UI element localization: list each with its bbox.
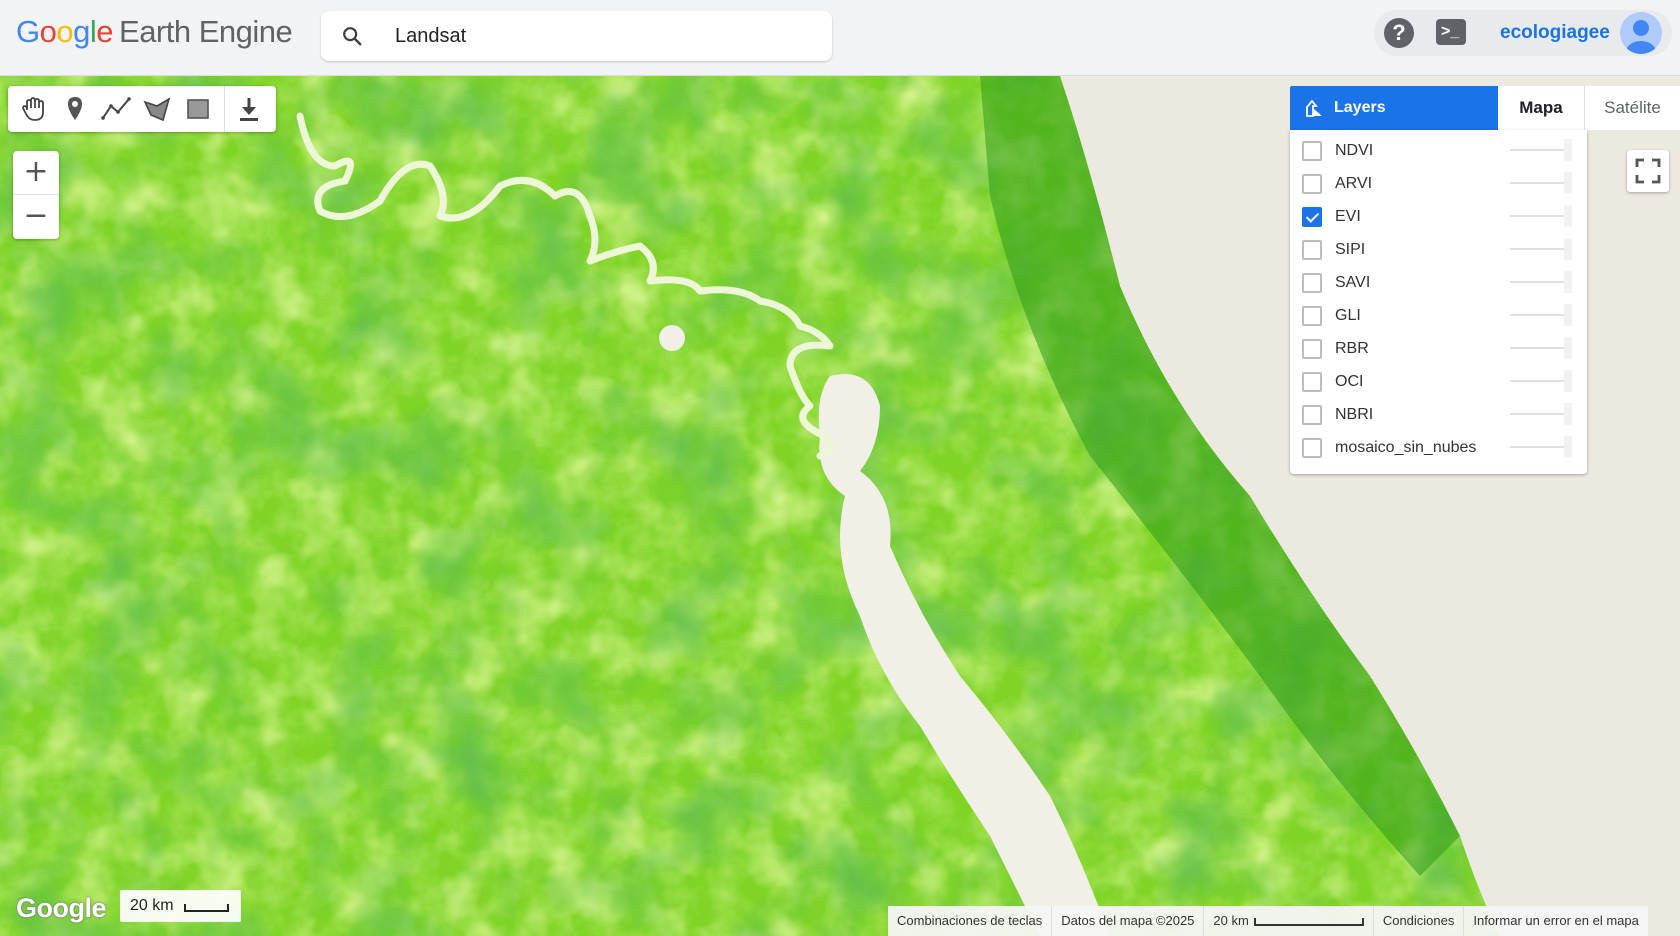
layer-item[interactable]: SAVI bbox=[1290, 266, 1587, 299]
download-icon[interactable] bbox=[233, 93, 265, 125]
layer-checkbox[interactable] bbox=[1302, 174, 1322, 194]
layer-name: NDVI bbox=[1335, 142, 1374, 159]
layer-settings[interactable] bbox=[1564, 403, 1572, 425]
opacity-slider[interactable] bbox=[1510, 182, 1566, 184]
drawing-toolbar bbox=[8, 86, 276, 132]
opacity-slider[interactable] bbox=[1510, 248, 1566, 250]
layer-item[interactable]: EVI bbox=[1290, 200, 1587, 233]
polygon-icon[interactable] bbox=[141, 93, 173, 125]
zoom-in-button[interactable]: + bbox=[13, 151, 59, 195]
avatar-icon[interactable] bbox=[1620, 12, 1662, 54]
scale-bar bbox=[1253, 917, 1364, 926]
opacity-slider[interactable] bbox=[1510, 149, 1566, 151]
layer-item[interactable]: OCI bbox=[1290, 365, 1587, 398]
hand-icon[interactable] bbox=[18, 93, 50, 125]
layer-settings[interactable] bbox=[1564, 271, 1572, 293]
attribution-bar: Combinaciones de teclas Datos del mapa ©2… bbox=[888, 906, 1648, 936]
opacity-slider[interactable] bbox=[1510, 446, 1566, 448]
username[interactable]: ecologiagee bbox=[1500, 22, 1610, 44]
scale-indicator-bottom[interactable]: 20 km bbox=[1203, 906, 1372, 936]
layer-name: SIPI bbox=[1335, 241, 1366, 258]
fullscreen-button[interactable] bbox=[1627, 150, 1669, 192]
google-watermark: Google bbox=[16, 893, 107, 923]
layer-settings[interactable] bbox=[1564, 304, 1572, 326]
fullscreen-icon bbox=[1635, 158, 1661, 184]
layer-name: RBR bbox=[1335, 340, 1369, 357]
toolbar-divider bbox=[224, 86, 225, 132]
map-type-tabs: Layers Mapa Satélite bbox=[1290, 86, 1680, 130]
layer-name: ARVI bbox=[1335, 175, 1373, 192]
zoom-out-button[interactable]: − bbox=[13, 195, 59, 239]
search-box[interactable] bbox=[321, 11, 832, 61]
layer-checkbox[interactable] bbox=[1302, 240, 1322, 260]
opacity-slider[interactable] bbox=[1510, 347, 1566, 349]
keyboard-shortcuts-link[interactable]: Combinaciones de teclas bbox=[888, 906, 1051, 936]
layer-settings[interactable] bbox=[1564, 337, 1572, 359]
layers-icon bbox=[1306, 99, 1322, 117]
layer-name: OCI bbox=[1335, 373, 1364, 390]
tab-satellite[interactable]: Satélite bbox=[1584, 86, 1680, 130]
layer-checkbox-checked[interactable] bbox=[1302, 207, 1322, 227]
layer-settings[interactable] bbox=[1564, 139, 1572, 161]
opacity-slider[interactable] bbox=[1510, 281, 1566, 283]
layer-item[interactable]: GLI bbox=[1290, 299, 1587, 332]
search-icon[interactable] bbox=[341, 25, 363, 47]
rectangle-icon[interactable] bbox=[182, 93, 214, 125]
layer-checkbox[interactable] bbox=[1302, 339, 1322, 359]
line-icon[interactable] bbox=[100, 93, 132, 125]
layer-item[interactable]: SIPI bbox=[1290, 233, 1587, 266]
opacity-slider[interactable] bbox=[1510, 413, 1566, 415]
layer-settings[interactable] bbox=[1564, 172, 1572, 194]
top-bar: GoogleEarth Engine ? >_ ecologiagee bbox=[0, 0, 1680, 76]
layer-name: mosaico_sin_nubes bbox=[1335, 439, 1477, 456]
layer-checkbox[interactable] bbox=[1302, 372, 1322, 392]
layer-checkbox[interactable] bbox=[1302, 438, 1322, 458]
opacity-slider[interactable] bbox=[1510, 380, 1566, 382]
earth-engine-logo[interactable]: Google Earth Engine bbox=[16, 14, 293, 50]
layer-item[interactable]: mosaico_sin_nubes bbox=[1290, 431, 1587, 464]
terminal-icon[interactable]: >_ bbox=[1436, 19, 1466, 45]
layer-item[interactable]: ARVI bbox=[1290, 167, 1587, 200]
layer-name: NBRI bbox=[1335, 406, 1374, 423]
layer-checkbox[interactable] bbox=[1302, 405, 1322, 425]
layer-item[interactable]: RBR bbox=[1290, 332, 1587, 365]
layer-item[interactable]: NBRI bbox=[1290, 398, 1587, 431]
tab-layers[interactable]: Layers bbox=[1290, 86, 1498, 130]
map-data-label: Datos del mapa ©2025 bbox=[1051, 906, 1203, 936]
layer-settings[interactable] bbox=[1564, 205, 1572, 227]
layer-name: EVI bbox=[1335, 208, 1361, 225]
report-error-link[interactable]: Informar un error en el mapa bbox=[1463, 906, 1647, 936]
marker-icon[interactable] bbox=[59, 93, 91, 125]
layer-settings[interactable] bbox=[1564, 370, 1572, 392]
layers-panel: NDVI ARVI EVI SIPI SAVI GLI RBR OCI NBRI bbox=[1290, 130, 1587, 474]
search-input[interactable] bbox=[395, 21, 815, 51]
layer-checkbox[interactable] bbox=[1302, 141, 1322, 161]
layer-checkbox[interactable] bbox=[1302, 306, 1322, 326]
opacity-slider[interactable] bbox=[1510, 215, 1566, 217]
layer-name: GLI bbox=[1335, 307, 1361, 324]
tab-map[interactable]: Mapa bbox=[1498, 86, 1584, 130]
layer-settings[interactable] bbox=[1564, 238, 1572, 260]
opacity-slider[interactable] bbox=[1510, 314, 1566, 316]
layer-item[interactable]: NDVI bbox=[1290, 134, 1587, 167]
scale-bar bbox=[184, 904, 229, 912]
terms-link[interactable]: Condiciones bbox=[1372, 906, 1464, 936]
help-icon[interactable]: ? bbox=[1384, 18, 1414, 48]
scale-indicator[interactable]: 20 km bbox=[120, 890, 241, 922]
layer-settings[interactable] bbox=[1564, 436, 1572, 458]
small-lake bbox=[659, 325, 685, 351]
zoom-controls: + − bbox=[13, 151, 59, 239]
layer-name: SAVI bbox=[1335, 274, 1371, 291]
layer-checkbox[interactable] bbox=[1302, 273, 1322, 293]
